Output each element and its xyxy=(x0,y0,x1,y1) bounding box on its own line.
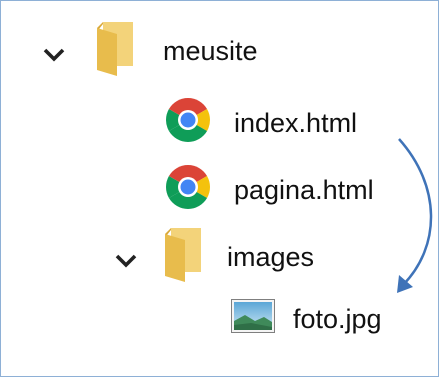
chevron-down-icon[interactable] xyxy=(41,41,67,62)
image-file-icon xyxy=(231,298,275,340)
folder-icon xyxy=(95,20,135,83)
tree-item-foto-jpg[interactable]: foto.jpg xyxy=(231,293,382,345)
chrome-icon xyxy=(164,163,212,218)
chrome-icon xyxy=(164,96,212,151)
tree-item-label: foto.jpg xyxy=(293,303,382,334)
tree-item-meusite[interactable]: meusite xyxy=(41,21,258,77)
tree-item-label: index.html xyxy=(234,107,358,138)
tree-item-pagina-html[interactable]: pagina.html xyxy=(164,164,374,216)
folder-icon xyxy=(163,226,203,289)
tree-item-index-html[interactable]: index.html xyxy=(164,97,357,149)
tree-item-label: images xyxy=(227,241,315,272)
tree-item-images[interactable]: images xyxy=(113,227,315,283)
tree-item-label: meusite xyxy=(163,35,258,66)
file-tree-panel: meusite index.html pagina.html images fo… xyxy=(0,0,439,377)
tree-item-label: pagina.html xyxy=(234,174,374,205)
chevron-down-icon[interactable] xyxy=(113,247,139,268)
